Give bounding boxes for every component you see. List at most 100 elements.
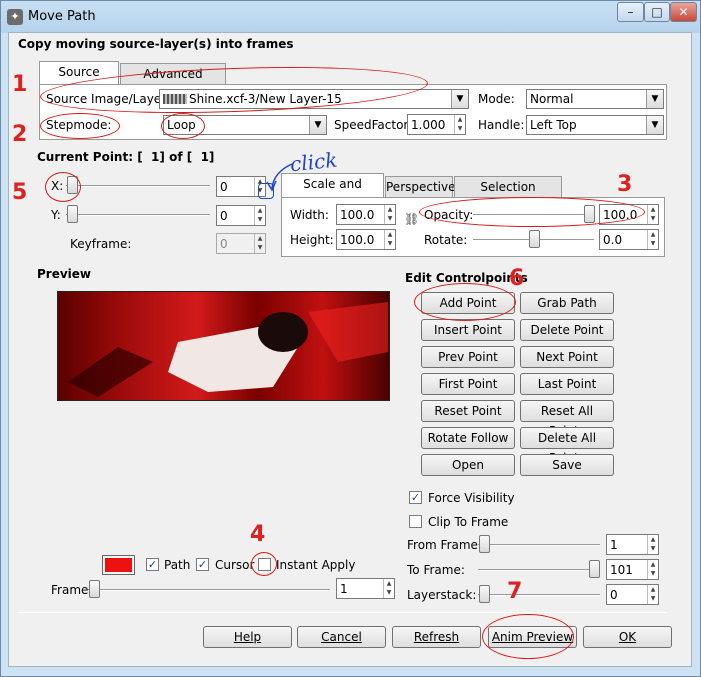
preview-label: Preview xyxy=(37,267,92,281)
maximize-button[interactable]: □ xyxy=(644,2,670,22)
click-target-outline xyxy=(258,183,274,199)
down-arrow-icon: ▼ xyxy=(650,570,656,577)
y-slider-thumb[interactable] xyxy=(67,205,78,223)
layerstack-slider-trough[interactable] xyxy=(478,594,600,596)
up-arrow-icon: ▲ xyxy=(650,231,656,238)
last-point-button[interactable]: Last Point xyxy=(520,373,614,395)
help-button[interactable]: Help xyxy=(203,626,292,648)
delete-all-points-button[interactable]: Delete All Points xyxy=(520,427,614,465)
chevron-down-icon[interactable]: ▼ xyxy=(646,90,663,108)
open-button[interactable]: Open xyxy=(421,454,515,476)
layerstack-spin[interactable]: 0 ▲ ▼ xyxy=(606,584,659,605)
from-frame-slider-trough[interactable] xyxy=(478,544,600,546)
frame-slider-trough[interactable] xyxy=(88,589,330,591)
spin-buttons[interactable]: ▲ ▼ xyxy=(647,560,658,579)
annotation-ellipse-opacity xyxy=(419,197,645,227)
annotation-3: 3 xyxy=(617,172,633,197)
handle-combo[interactable]: Left Top ▼ xyxy=(526,115,664,135)
handle-value: Left Top xyxy=(530,118,577,132)
chain-link-icon[interactable]: ⛓ xyxy=(404,213,419,236)
spin-buttons[interactable]: ▲ ▼ xyxy=(384,205,395,224)
height-spin[interactable]: 100.0 ▲ ▼ xyxy=(336,229,396,250)
spin-buttons[interactable]: ▲ ▼ xyxy=(384,230,395,249)
clip-to-frame-label: Clip To Frame xyxy=(428,515,509,529)
tab-perspective[interactable]: Perspective xyxy=(385,176,456,197)
from-frame-slider-thumb[interactable] xyxy=(479,535,490,553)
cursor-checkbox[interactable]: ✓ xyxy=(196,558,209,571)
close-button[interactable]: ✕ xyxy=(670,2,697,22)
annotation-1: 1 xyxy=(12,72,28,97)
width-spin[interactable]: 100.0 ▲ ▼ xyxy=(336,204,396,225)
from-frame-spin[interactable]: 1 ▲ ▼ xyxy=(606,534,659,555)
chevron-down-icon[interactable]: ▼ xyxy=(451,90,468,108)
dialog-header: Copy moving source-layer(s) into frames xyxy=(18,37,294,51)
clip-to-frame-checkbox[interactable] xyxy=(409,515,422,528)
rotate-slider-thumb[interactable] xyxy=(529,230,540,248)
spin-buttons[interactable]: ▲ ▼ xyxy=(647,230,658,249)
to-frame-slider-thumb[interactable] xyxy=(589,560,600,578)
keyframe-value: 0 xyxy=(220,237,228,251)
spin-buttons[interactable]: ▲ ▼ xyxy=(454,115,465,134)
spin-buttons[interactable]: ▲ ▼ xyxy=(647,535,658,554)
x-value: 0 xyxy=(220,180,228,194)
up-arrow-icon: ▲ xyxy=(457,116,463,123)
layerstack-slider-thumb[interactable] xyxy=(479,585,490,603)
spin-buttons[interactable]: ▲ ▼ xyxy=(254,206,265,225)
spin-buttons[interactable]: ▲ ▼ xyxy=(647,205,658,224)
color-swatch xyxy=(105,558,132,572)
layerstack-value: 0 xyxy=(610,588,618,602)
height-label: Height: xyxy=(290,233,334,247)
down-arrow-icon: ▼ xyxy=(650,240,656,247)
frame-slider-thumb[interactable] xyxy=(89,580,100,598)
down-arrow-icon: ▼ xyxy=(650,545,656,552)
down-arrow-icon: ▼ xyxy=(257,216,263,223)
cancel-button[interactable]: Cancel xyxy=(297,626,386,648)
reset-point-button[interactable]: Reset Point xyxy=(421,400,515,422)
grab-path-button[interactable]: Grab Path xyxy=(520,292,614,314)
chevron-down-icon[interactable]: ▼ xyxy=(646,116,663,134)
y-slider-trough[interactable] xyxy=(66,214,210,216)
path-checkbox[interactable]: ✓ xyxy=(146,558,159,571)
title-bar[interactable]: ✦ Move Path – □ ✕ xyxy=(1,1,700,33)
rotate-spin[interactable]: 0.0 ▲ ▼ xyxy=(599,229,659,250)
force-visibility-checkbox[interactable]: ✓ xyxy=(409,491,422,504)
up-arrow-icon: ▲ xyxy=(386,580,392,587)
separator xyxy=(17,612,667,613)
spin-buttons[interactable]: ▲ ▼ xyxy=(647,585,658,604)
tab-selection-handling[interactable]: Selection Handling xyxy=(454,176,562,214)
mode-label: Mode: xyxy=(478,92,515,106)
up-arrow-icon: ▲ xyxy=(387,206,393,213)
annotation-ellipse-anim-preview xyxy=(482,614,574,659)
x-slider-trough[interactable] xyxy=(66,185,210,187)
down-arrow-icon: ▼ xyxy=(650,215,656,222)
insert-point-button[interactable]: Insert Point xyxy=(421,319,515,341)
ok-button[interactable]: OK xyxy=(583,626,672,648)
prev-point-button[interactable]: Prev Point xyxy=(421,346,515,368)
spin-buttons[interactable]: ▲ ▼ xyxy=(383,579,394,598)
frame-spin[interactable]: 1 ▲ ▼ xyxy=(336,578,395,599)
rotate-follow-button[interactable]: Rotate Follow xyxy=(421,427,515,449)
spin-buttons: ▲ ▼ xyxy=(254,234,265,253)
delete-point-button[interactable]: Delete Point xyxy=(520,319,614,341)
path-color-button[interactable] xyxy=(102,555,135,575)
minimize-button[interactable]: – xyxy=(617,2,644,22)
chevron-down-icon[interactable]: ▼ xyxy=(309,116,326,134)
window-title: Move Path xyxy=(28,9,96,24)
speedfactor-spin[interactable]: 1.000 ▲ ▼ xyxy=(407,114,466,135)
refresh-button[interactable]: Refresh xyxy=(392,626,481,648)
frame-label: Frame: xyxy=(51,583,93,597)
y-spin[interactable]: 0 ▲ ▼ xyxy=(216,205,266,226)
force-visibility-label: Force Visibility xyxy=(428,491,515,505)
to-frame-slider-trough[interactable] xyxy=(478,569,600,571)
down-arrow-icon: ▼ xyxy=(457,125,463,132)
mode-combo[interactable]: Normal ▼ xyxy=(526,89,664,109)
first-point-button[interactable]: First Point xyxy=(421,373,515,395)
save-button[interactable]: Save xyxy=(520,454,614,476)
next-point-button[interactable]: Next Point xyxy=(520,346,614,368)
up-arrow-icon: ▲ xyxy=(650,536,656,543)
preview-canvas[interactable] xyxy=(57,291,390,401)
reset-all-points-button[interactable]: Reset All Points xyxy=(520,400,614,438)
annotation-6: 6 xyxy=(509,266,525,291)
annotation-7: 7 xyxy=(507,579,523,604)
to-frame-spin[interactable]: 101 ▲ ▼ xyxy=(606,559,659,580)
